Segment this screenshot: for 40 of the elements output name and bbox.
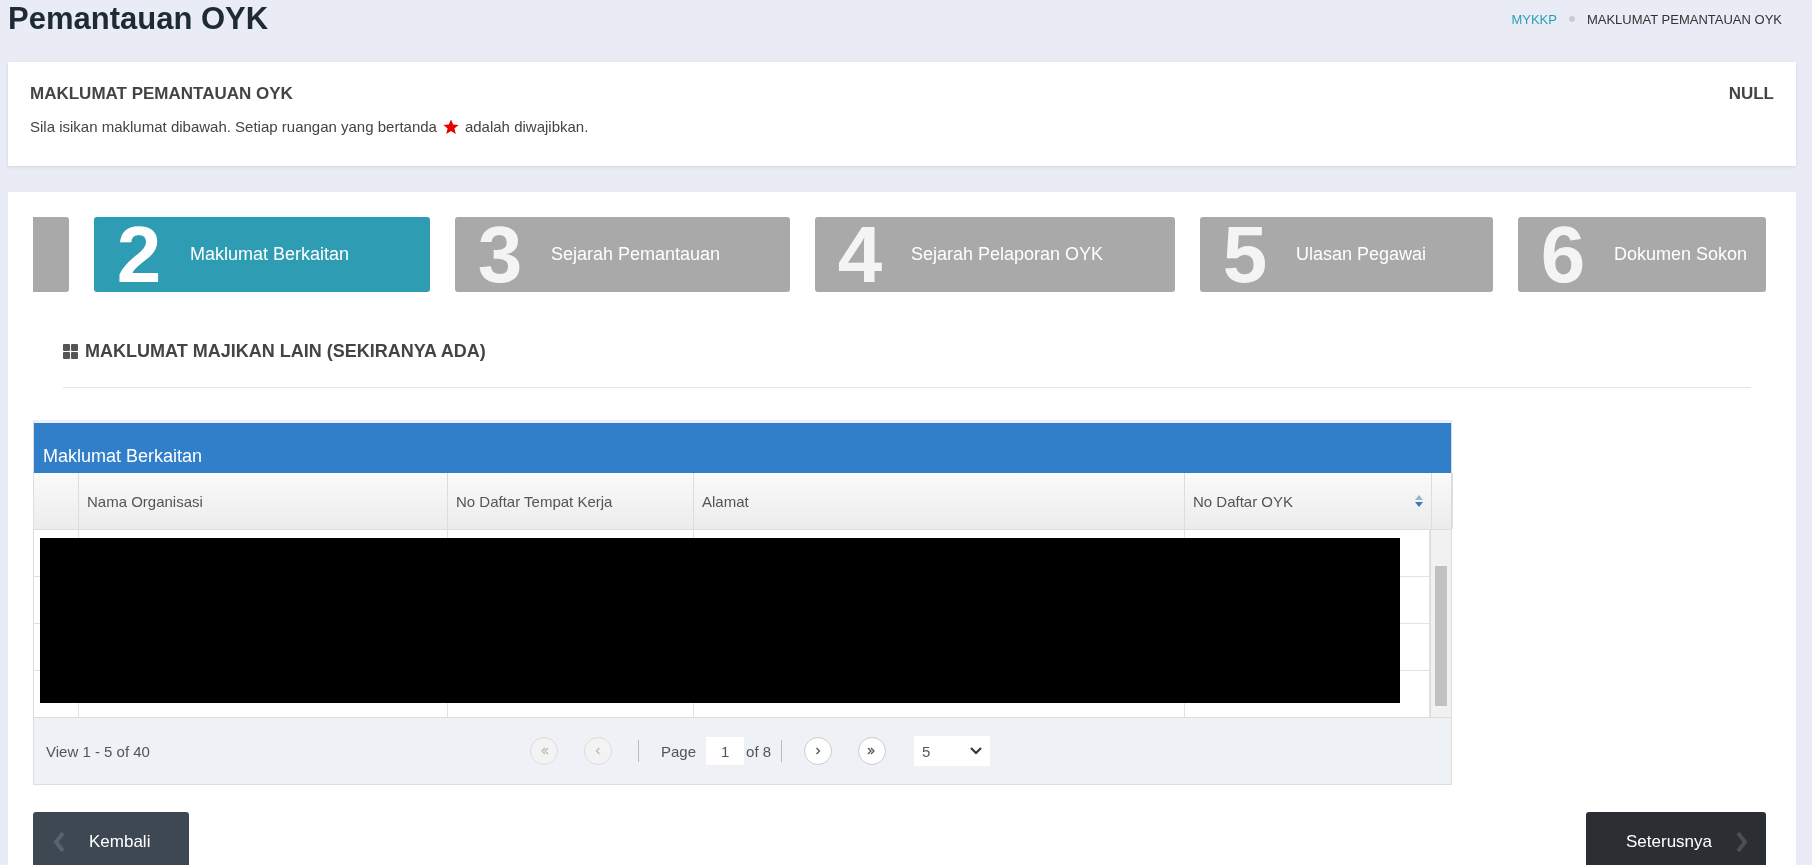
- column-header[interactable]: No Daftar Tempat Kerja: [448, 473, 694, 529]
- step-label: Sejarah Pemantauan: [551, 244, 721, 265]
- step-number: 3: [476, 217, 524, 292]
- page-input[interactable]: 1: [706, 737, 745, 765]
- next-button[interactable]: Seterusnya: [1586, 812, 1766, 865]
- column-header[interactable]: Nama Organisasi: [79, 473, 448, 529]
- step-number: 4: [836, 217, 884, 292]
- step-number: 5: [1221, 217, 1269, 292]
- page-total: of 8: [746, 742, 772, 760]
- column-header[interactable]: No Daftar OYK: [1185, 473, 1432, 529]
- step-number: 2: [115, 217, 163, 292]
- step-label: Sejarah Pelaporan OYK: [911, 244, 1104, 265]
- step-number: 6: [1539, 217, 1587, 292]
- scrollbar[interactable]: [1430, 530, 1451, 718]
- chevron-left-icon: [53, 831, 65, 853]
- pager-button[interactable]: [858, 737, 887, 765]
- status-text: NULL: [1728, 84, 1774, 104]
- required-star-icon: [442, 118, 459, 135]
- section-heading: MAKLUMAT MAJIKAN LAIN (SEKIRANYA ADA): [85, 341, 486, 362]
- column-header[interactable]: Alamat: [694, 473, 1185, 529]
- instruction-text: Sila isikan maklumat dibawah. Setiap ruangan yang bertanda: [30, 118, 437, 135]
- chevron-right-icon: [1736, 831, 1748, 853]
- breadcrumb-current: MAKLUMAT PEMANTAUAN OYK: [1586, 11, 1782, 27]
- back-button[interactable]: Kembali: [33, 812, 189, 865]
- step-tab[interactable]: [33, 217, 69, 292]
- record-count: View 1 - 5 of 40: [46, 742, 150, 760]
- step-label: Maklumat Berkaitan: [190, 244, 350, 265]
- caret-icon: [970, 747, 983, 755]
- step-label: Ulasan Pegawai: [1296, 244, 1427, 265]
- sort-icon: [1415, 495, 1423, 507]
- grid-icon: [63, 344, 78, 359]
- instruction-text: adalah diwajibkan.: [464, 118, 589, 135]
- page-size-select[interactable]: 5: [914, 736, 991, 766]
- pager-button[interactable]: [804, 737, 833, 765]
- table-caption: Maklumat Berkaitan: [34, 423, 1451, 473]
- page-title: Pemantauan OYK: [8, 0, 269, 38]
- page-label: Page: [661, 742, 697, 760]
- card-title: MAKLUMAT PEMANTAUAN OYK: [30, 84, 293, 104]
- step-label: Dokumen Sokon: [1614, 244, 1748, 265]
- column-label: No Daftar OYK: [1193, 492, 1294, 510]
